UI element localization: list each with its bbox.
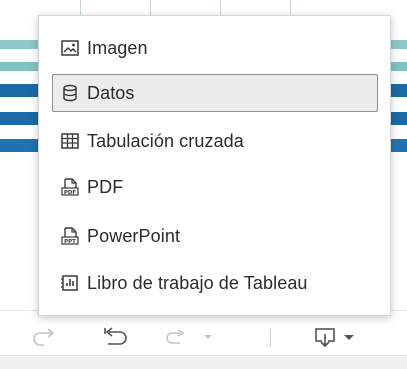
menu-item-crosstab[interactable]: Tabulación cruzada xyxy=(52,122,378,160)
menu-item-label: Imagen xyxy=(87,37,148,58)
redo-icon xyxy=(33,328,55,346)
svg-text:PDF: PDF xyxy=(64,190,77,196)
chevron-down-icon xyxy=(204,335,212,339)
powerpoint-icon: PPT xyxy=(59,225,81,247)
pause-updates-icon xyxy=(166,329,185,344)
redo-button[interactable] xyxy=(28,324,62,350)
download-menu: Imagen Datos Tabulación cruzada PDF PDF … xyxy=(38,15,391,316)
pdf-icon: PDF xyxy=(59,176,81,198)
menu-item-pdf[interactable]: PDF PDF xyxy=(52,168,378,206)
menu-item-label: PDF xyxy=(87,176,124,197)
chevron-down-icon xyxy=(344,335,354,340)
image-icon xyxy=(59,37,81,59)
revert-button[interactable] xyxy=(96,324,134,350)
pause-updates-button[interactable] xyxy=(160,324,192,350)
tableau-workbook-icon xyxy=(59,272,81,294)
toolbar-separator xyxy=(270,329,271,347)
menu-item-data[interactable]: Datos xyxy=(52,74,378,112)
menu-item-label: Datos xyxy=(87,82,135,103)
menu-item-label: Tabulación cruzada xyxy=(87,130,244,151)
toolbar-footer xyxy=(0,355,407,369)
menu-item-label: PowerPoint xyxy=(87,225,181,246)
download-icon xyxy=(315,328,335,348)
menu-item-image[interactable]: Imagen xyxy=(52,29,378,67)
crosstab-icon xyxy=(59,130,81,152)
download-button[interactable] xyxy=(310,324,358,350)
pause-updates-dropdown-arrow[interactable] xyxy=(200,324,216,350)
menu-item-powerpoint[interactable]: PPT PowerPoint xyxy=(52,217,378,255)
menu-item-tableau-workbook[interactable]: Libro de trabajo de Tableau xyxy=(52,264,378,302)
revert-icon xyxy=(104,327,127,345)
database-icon xyxy=(59,82,81,104)
svg-text:PPT: PPT xyxy=(64,239,76,245)
viz-toolbar xyxy=(0,310,407,369)
menu-item-label: Libro de trabajo de Tableau xyxy=(87,272,308,293)
